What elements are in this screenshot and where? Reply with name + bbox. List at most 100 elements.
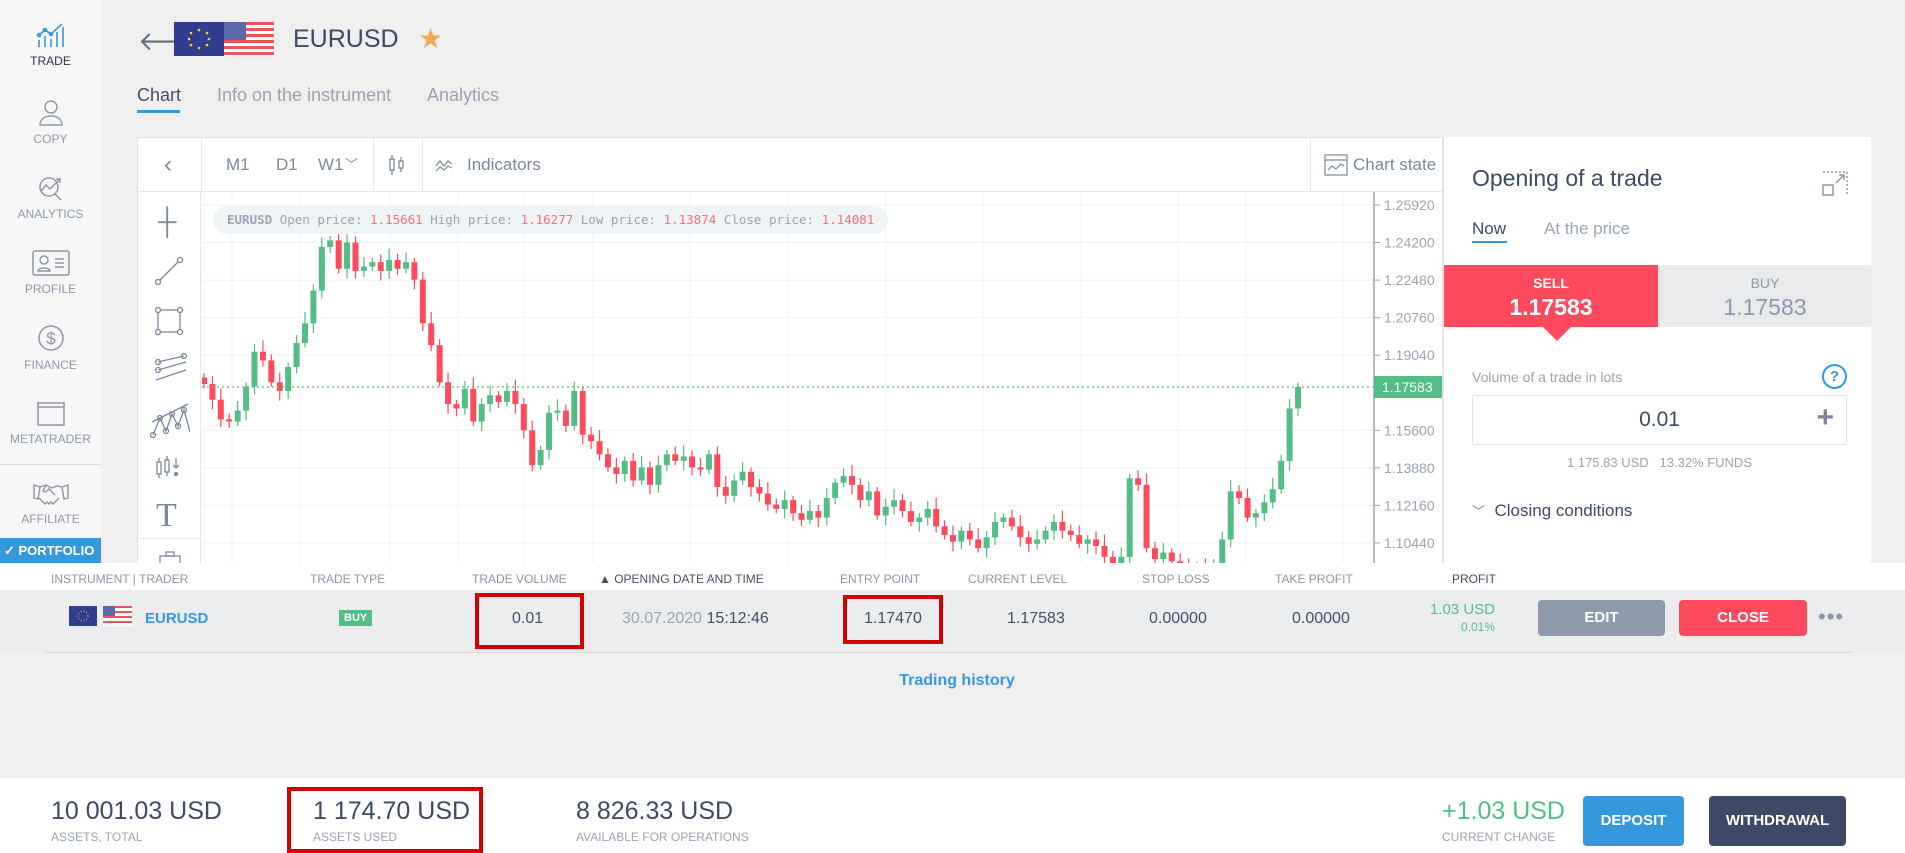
sidebar-item-trade[interactable]: TRADE (0, 22, 101, 68)
close-button[interactable]: CLOSE (1679, 600, 1807, 636)
sidebar-item-metatrader[interactable]: METATRADER (0, 402, 101, 446)
price-chart[interactable]: 1.25920 1.24200 1.22480 1.20760 1.19040 1.156… (202, 192, 1443, 563)
edit-button[interactable]: EDIT (1538, 600, 1665, 636)
low-price: 1.13874 (663, 212, 717, 227)
candle (882, 506, 889, 516)
candle-type-icon[interactable] (388, 154, 406, 176)
more-options-icon[interactable]: ••• (1818, 604, 1844, 630)
timeframe-m1[interactable]: M1 (226, 138, 250, 192)
trend-line-icon[interactable] (154, 256, 184, 286)
expand-icon[interactable] (1822, 171, 1848, 197)
candle (655, 465, 662, 485)
trading-history-link[interactable]: Trading history (857, 672, 1057, 690)
candle (209, 384, 216, 400)
deposit-button[interactable]: DEPOSIT (1583, 796, 1684, 846)
candle (1017, 526, 1024, 538)
candle (1076, 535, 1083, 544)
candle (731, 480, 738, 496)
assets-total: 10 001.03 USD (51, 797, 222, 825)
high-price: 1.16277 (520, 212, 574, 227)
col-current-level: CURRENT LEVEL (968, 572, 1068, 586)
sell-button[interactable]: SELL 1.17583 (1444, 265, 1658, 327)
portfolio-label: PORTFOLIO (18, 543, 95, 558)
candle (335, 240, 342, 269)
candle (941, 526, 948, 536)
withdrawal-button[interactable]: WITHDRAWAL (1709, 796, 1846, 846)
candle (445, 382, 452, 405)
candle (1135, 478, 1142, 485)
tab-at-the-price[interactable]: At the price (1544, 219, 1630, 239)
candle (1093, 539, 1100, 546)
profit: 1.03 USD 0.01% (1429, 601, 1495, 634)
event-markers-icon[interactable] (154, 452, 184, 482)
indicators-button[interactable]: Indicators (467, 138, 541, 192)
candle (739, 471, 746, 481)
candle (419, 279, 426, 324)
sidebar-item-label: COPY (33, 132, 68, 146)
candle (1059, 521, 1066, 531)
rectangle-icon[interactable] (154, 306, 184, 336)
tab-analytics[interactable]: Analytics (427, 85, 499, 106)
portfolio-tab[interactable]: ✓ PORTFOLIO (0, 538, 101, 563)
candle (874, 491, 881, 516)
dollar-circle-icon: $ (37, 325, 64, 351)
chart-state-button[interactable]: Chart state (1353, 138, 1436, 192)
timeframe-chevron-down-icon[interactable]: ﹀ (345, 138, 358, 192)
crosshair-icon[interactable]: ┼ (158, 206, 176, 237)
candle (1050, 521, 1057, 531)
candle (857, 484, 864, 501)
sidebar-item-affiliate[interactable]: AFFILIATE (0, 482, 101, 526)
tab-info[interactable]: Info on the instrument (217, 85, 391, 106)
parallel-channel-icon[interactable] (154, 352, 188, 382)
y-tick-label: 1.10440 (1384, 535, 1435, 551)
sidebar-item-analytics[interactable]: ANALYTICS (0, 175, 101, 221)
candle (1168, 552, 1175, 562)
candle (554, 410, 561, 413)
candle (714, 454, 721, 488)
candle (992, 521, 999, 538)
available-funds: 8 826.33 USD (576, 797, 734, 825)
candle (520, 404, 527, 431)
candle (1101, 545, 1108, 557)
candle (1000, 517, 1007, 522)
col-opening-date[interactable]: ▲ OPENING DATE AND TIME (599, 572, 764, 586)
tab-now[interactable]: Now (1472, 219, 1506, 239)
candle (234, 410, 241, 422)
pattern-tool-icon[interactable] (150, 400, 190, 440)
candle (596, 441, 603, 455)
sidebar-item-profile[interactable]: PROFILE (0, 250, 101, 296)
candle (529, 430, 536, 466)
tooltip-symbol: EURUSD (227, 212, 273, 227)
tab-chart[interactable]: Chart (137, 85, 181, 106)
timeframe-d1[interactable]: D1 (276, 138, 298, 192)
candle (604, 454, 611, 468)
text-tool-icon[interactable]: T (156, 497, 177, 535)
candle (823, 497, 830, 518)
timeframe-w1[interactable]: W1 (318, 138, 344, 192)
candle (1261, 502, 1268, 514)
plus-icon[interactable]: + (1816, 401, 1834, 435)
y-tick-label: 1.13880 (1384, 460, 1435, 476)
closing-conditions-toggle[interactable]: ﹀ Closing conditions (1472, 501, 1632, 521)
candle (924, 508, 931, 518)
buy-button[interactable]: BUY 1.17583 (1658, 265, 1872, 327)
favorite-star-icon[interactable]: ★ (418, 22, 443, 55)
candle (1151, 548, 1158, 560)
help-icon[interactable]: ? (1822, 364, 1847, 389)
volume-input[interactable]: 0.01 + (1472, 395, 1847, 445)
sidebar-item-copy[interactable]: COPY (0, 98, 101, 146)
candle (1278, 460, 1285, 490)
candle (1160, 552, 1167, 560)
candle (672, 454, 679, 461)
highlight-box (843, 595, 943, 644)
collapse-tools-chevron-icon[interactable]: ‹ (164, 138, 172, 192)
candle (966, 530, 973, 540)
y-tick-label: 1.12160 (1384, 497, 1435, 513)
candle (1126, 478, 1133, 557)
candle (360, 266, 367, 271)
candle (411, 262, 418, 280)
instrument-link[interactable]: EURUSD (145, 610, 208, 627)
more-tools-icon[interactable] (158, 550, 182, 563)
candle (916, 517, 923, 522)
sidebar-item-finance[interactable]: $ FINANCE (0, 324, 101, 372)
